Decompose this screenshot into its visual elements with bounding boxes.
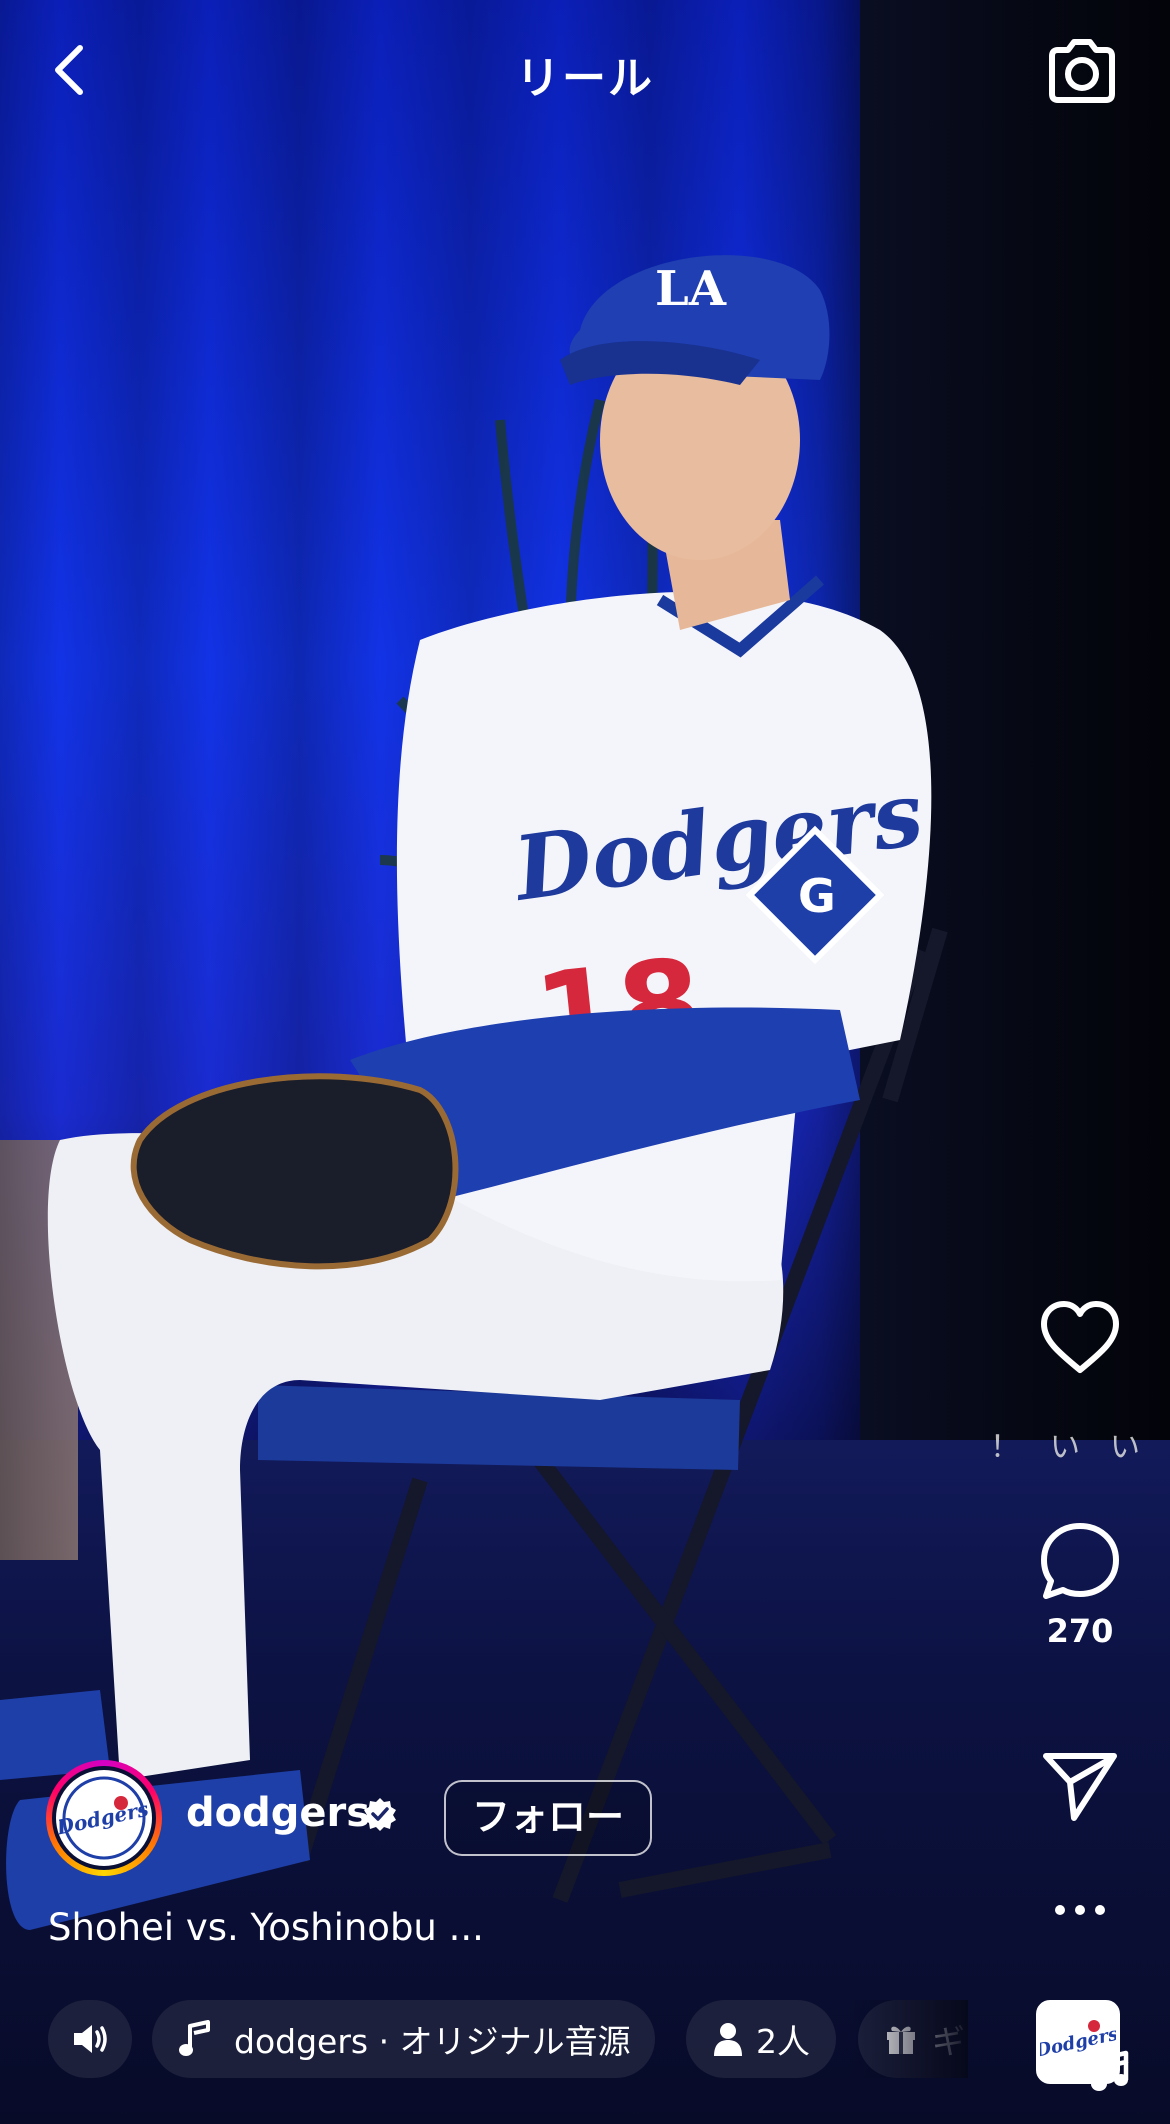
person-icon bbox=[714, 2023, 742, 2056]
avatar[interactable]: Dodgers bbox=[46, 1760, 162, 1876]
music-note-icon bbox=[1091, 2050, 1129, 2091]
svg-text:G: G bbox=[798, 869, 836, 923]
share-button[interactable] bbox=[1020, 1748, 1140, 1824]
more-button[interactable] bbox=[1020, 1900, 1140, 1920]
verified-badge-icon bbox=[364, 1798, 396, 1831]
audio-pill[interactable]: dodgers · オリジナル音源 bbox=[152, 2000, 655, 2078]
like-label: ！いい bbox=[990, 1430, 1170, 1465]
bottom-bar: dodgers · オリジナル音源 2人 ギ bbox=[48, 2000, 968, 2078]
audio-label: dodgers · オリジナル音源 bbox=[234, 2022, 631, 2061]
page-title: リール bbox=[516, 53, 654, 104]
baseball-glove bbox=[130, 1073, 459, 1270]
music-note-icon bbox=[179, 2020, 210, 2056]
comment-icon bbox=[1041, 1523, 1119, 1599]
username[interactable]: dodgers bbox=[186, 1790, 370, 1836]
heart-icon bbox=[1041, 1301, 1119, 1373]
send-icon bbox=[1043, 1753, 1117, 1821]
top-bar: リール bbox=[0, 30, 1170, 130]
account-row: Dodgers dodgers フォロー bbox=[46, 1760, 946, 1880]
more-icon bbox=[1055, 1905, 1105, 1915]
like-button[interactable]: ！いい bbox=[990, 1300, 1140, 1465]
comment-button[interactable]: 270 bbox=[1020, 1520, 1140, 1650]
caption[interactable]: Shohei vs. Yoshinobu ... bbox=[48, 1906, 484, 1949]
follow-button[interactable]: フォロー bbox=[444, 1780, 653, 1856]
mute-toggle-button[interactable] bbox=[48, 2000, 132, 2078]
people-label: 2人 bbox=[756, 2022, 810, 2061]
cap-logo: LA bbox=[655, 261, 727, 317]
camera-button[interactable] bbox=[1040, 30, 1124, 114]
comment-count: 270 bbox=[1046, 1612, 1114, 1650]
dodgers-logo: Dodgers bbox=[52, 1766, 156, 1870]
chair-seat bbox=[258, 1385, 740, 1470]
camera-icon bbox=[1049, 39, 1115, 103]
people-tag-pill[interactable]: 2人 bbox=[686, 2000, 836, 2078]
speaker-icon bbox=[74, 2025, 107, 2053]
